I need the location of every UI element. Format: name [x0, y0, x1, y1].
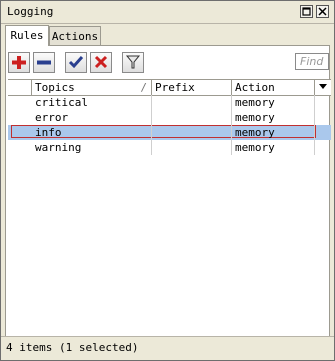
cell-topics: critical — [32, 95, 152, 110]
header-spacer — [8, 80, 32, 95]
x-icon — [94, 55, 108, 69]
header-topics[interactable]: Topics / — [32, 80, 152, 95]
cell-topics: warning — [32, 140, 152, 155]
cell-action: memory — [232, 140, 315, 155]
find-input[interactable]: Find — [295, 53, 329, 70]
cell-prefix — [152, 110, 232, 125]
cell-prefix — [152, 125, 232, 140]
checkmark-icon — [68, 56, 84, 69]
table-row[interactable]: critical memory — [8, 95, 331, 110]
cell-prefix — [152, 95, 232, 110]
column-menu-button[interactable] — [315, 80, 331, 95]
status-bar: 4 items (1 selected) — [1, 336, 334, 358]
remove-button[interactable] — [33, 52, 55, 73]
tab-actions[interactable]: Actions — [49, 26, 101, 45]
table-header: Topics / Prefix Action — [8, 80, 331, 96]
enable-button[interactable] — [65, 52, 87, 73]
filter-button[interactable] — [122, 52, 144, 73]
add-button[interactable] — [8, 52, 30, 73]
cell-topics: error — [32, 110, 152, 125]
minus-icon — [37, 60, 51, 65]
cell-topics: info — [32, 125, 152, 140]
restore-button[interactable] — [300, 5, 313, 18]
rules-table: Topics / Prefix Action critical memory e… — [8, 79, 331, 342]
title-bar[interactable]: Logging — [1, 1, 334, 24]
cell-action: memory — [232, 95, 315, 110]
column-menu-icon — [319, 84, 327, 89]
cell-action: memory — [232, 125, 315, 140]
window-title: Logging — [7, 5, 54, 18]
filter-icon — [125, 55, 141, 69]
disable-button[interactable] — [90, 52, 112, 73]
plus-icon — [12, 56, 26, 69]
cell-prefix — [152, 140, 232, 155]
table-row-selected[interactable]: info memory — [8, 125, 331, 140]
restore-icon — [302, 7, 311, 16]
header-action[interactable]: Action — [232, 80, 315, 95]
tab-rules[interactable]: Rules — [5, 25, 49, 46]
toolbar: Find — [6, 46, 329, 76]
cell-action: memory — [232, 110, 315, 125]
close-icon — [318, 7, 327, 16]
sort-icon: / — [140, 81, 147, 94]
table-row[interactable]: error memory — [8, 110, 331, 125]
rules-panel: Find Topics / Prefix Action critical mem… — [5, 45, 331, 354]
status-text: 4 items (1 selected) — [6, 341, 139, 354]
close-button[interactable] — [316, 5, 329, 18]
header-prefix[interactable]: Prefix — [152, 80, 232, 95]
table-row[interactable]: warning memory — [8, 140, 331, 155]
logging-window: Logging Rules Actions Find Topics / Pref… — [0, 0, 335, 361]
